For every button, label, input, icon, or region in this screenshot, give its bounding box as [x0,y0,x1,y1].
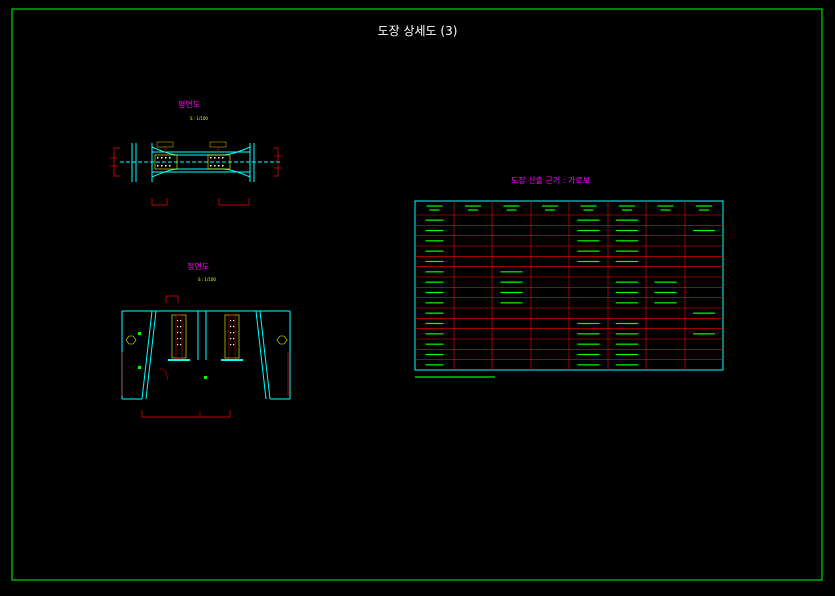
drawing-frame [11,8,823,581]
front-view [121,295,291,418]
quantity-table [414,200,724,378]
plan-view-title: 평면도 [178,100,201,109]
drawing-sheet: 도장 상세도 (3) 평면도 S : 1/100 정면도 S : 1/100 도… [0,0,835,592]
plan-view-scale: S : 1/100 [190,116,208,121]
front-view-title: 정면도 [187,262,210,271]
table-title: 도장 산출 근거 : 가로보 [511,176,591,185]
drawing-canvas [11,8,823,581]
drawing-title: 도장 상세도 (3) [377,24,458,38]
front-view-scale: S : 1/100 [198,277,216,282]
plan-view [110,141,282,206]
